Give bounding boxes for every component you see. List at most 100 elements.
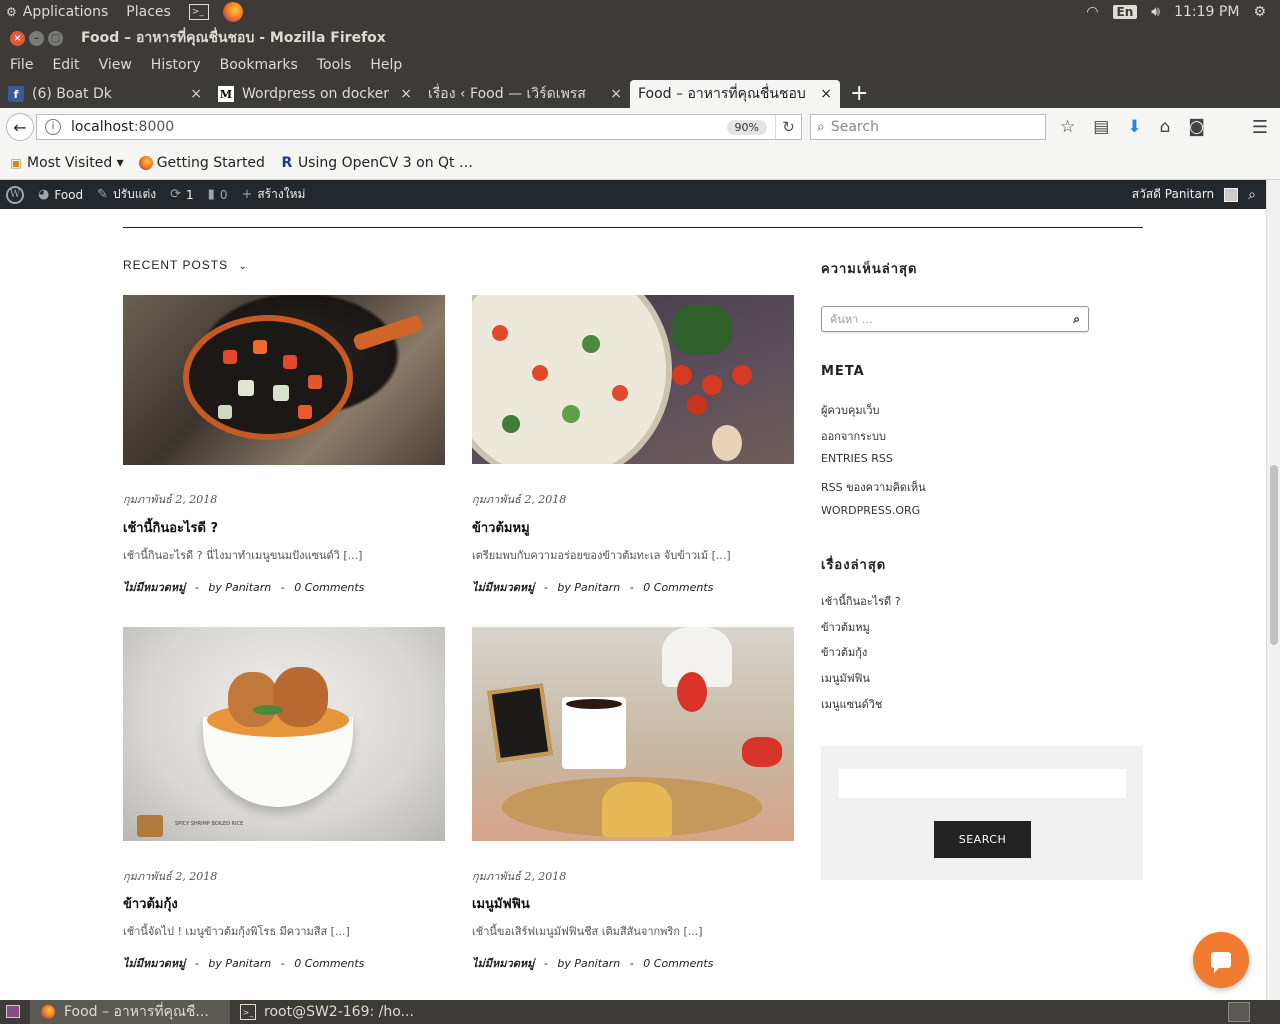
menu-file[interactable]: File xyxy=(10,57,33,73)
page-content: RECENT POSTS ⌄ กุมภาพันธ์ 2, 2018 เช้านี… xyxy=(0,209,1266,1000)
window-close-button[interactable]: × xyxy=(10,30,25,46)
search-icon[interactable]: ⌕ xyxy=(1073,312,1080,327)
system-settings-icon[interactable]: ⚙ xyxy=(1253,4,1266,20)
wordpress-logo-icon[interactable]: W xyxy=(6,185,24,204)
post-comments[interactable]: 0 Comments xyxy=(643,581,713,594)
tab-medium[interactable]: M Wordpress on docker - × xyxy=(210,80,420,108)
menu-bookmarks[interactable]: Bookmarks xyxy=(220,57,298,73)
menu-tools[interactable]: Tools xyxy=(317,57,352,73)
page-scrollbar[interactable] xyxy=(1266,180,1280,1000)
tab-food-active[interactable]: Food – อาหารที่คุณชื่นชอบ × xyxy=(630,80,840,108)
post-thumbnail-shrimp-rice[interactable]: SPICY SHRIMP BOILED RICE xyxy=(123,627,445,841)
meta-link-comments-rss[interactable]: RSS ของความคิดเห็น xyxy=(821,478,926,496)
keyboard-layout-indicator[interactable]: En xyxy=(1112,5,1138,19)
sidebar-search-input[interactable]: ค้นหา … ⌕ xyxy=(821,306,1089,332)
tab-wp-admin[interactable]: เรื่อง ‹ Food — เวิร์ดเพรส × xyxy=(420,80,630,108)
recent-posts-heading[interactable]: RECENT POSTS ⌄ xyxy=(123,258,248,272)
meta-link-site-admin[interactable]: ผู้ควบคุมเว็บ xyxy=(821,401,880,419)
tab-close-icon[interactable]: × xyxy=(190,86,202,102)
post-title[interactable]: ข้าวต้มหมู xyxy=(472,517,530,538)
terminal-launcher-icon[interactable]: >_ xyxy=(188,4,209,20)
post-thumbnail-muffin-coffee[interactable] xyxy=(472,627,794,841)
recent-post-link[interactable]: เมนูมัฟฟิน xyxy=(821,669,870,687)
post-category[interactable]: ไม่มีหมวดหมู่ xyxy=(123,957,185,970)
back-arrow-icon[interactable]: ← xyxy=(6,113,34,141)
post-meta: ไม่มีหมวดหมู่ - by Panitarn - 0 Comments xyxy=(472,957,714,970)
post-comments[interactable]: 0 Comments xyxy=(294,581,364,594)
download-arrow-icon[interactable]: ⬇ xyxy=(1127,117,1141,137)
search-input[interactable]: ⌕ Search xyxy=(810,114,1046,140)
avatar[interactable] xyxy=(1224,187,1239,202)
zoom-indicator[interactable]: 90% xyxy=(726,119,767,135)
tab-facebook[interactable]: f (6) Boat Dk × xyxy=(0,80,210,108)
wifi-icon[interactable]: ◠ xyxy=(1086,4,1098,20)
workspace-switcher-icon[interactable] xyxy=(1228,1002,1250,1022)
meta-link-wordpress-org[interactable]: WORDPRESS.ORG xyxy=(821,504,920,517)
recent-post-link[interactable]: เมนูแซนด์วิช xyxy=(821,695,882,713)
menu-help[interactable]: Help xyxy=(370,57,402,73)
window-minimize-button[interactable]: – xyxy=(29,30,44,46)
pocket-icon[interactable]: ◙ xyxy=(1188,117,1205,137)
taskbar-item-firefox[interactable]: Food – อาหารที่คุณชื... xyxy=(30,1000,230,1024)
home-icon[interactable]: ⌂ xyxy=(1160,117,1171,137)
post-title[interactable]: เมนูมัฟฟิน xyxy=(472,893,530,914)
post-category[interactable]: ไม่มีหมวดหมู่ xyxy=(472,581,534,594)
bookmark-opencv[interactable]: R Using OpenCV 3 on Qt … xyxy=(279,155,473,171)
taskbar-item-terminal[interactable]: >_ root@SW2-169: /ho... xyxy=(230,1000,430,1024)
firefox-menu-bar: File Edit View History Bookmarks Tools H… xyxy=(0,52,1280,78)
applications-menu[interactable]: ⚙ Applications xyxy=(6,4,108,20)
wp-updates[interactable]: ⟳ 1 xyxy=(170,187,194,202)
bookmark-star-icon[interactable]: ☆ xyxy=(1060,117,1075,137)
wp-comments[interactable]: ▮ 0 xyxy=(208,187,228,202)
new-tab-plus-icon[interactable]: + xyxy=(850,81,868,106)
menu-edit[interactable]: Edit xyxy=(52,57,79,73)
tab-close-icon[interactable]: × xyxy=(820,86,832,102)
firefox-launcher-icon[interactable] xyxy=(222,2,243,22)
search-button[interactable]: SEARCH xyxy=(934,821,1031,858)
bookmark-getting-started[interactable]: Getting Started xyxy=(138,155,265,171)
meta-link-logout[interactable]: ออกจากระบบ xyxy=(821,427,886,445)
window-title: Food – อาหารที่คุณชื่นชอบ - Mozilla Fire… xyxy=(81,30,386,46)
post-comments[interactable]: 0 Comments xyxy=(643,957,713,970)
url-bar[interactable]: i localhost:8000 90% ↻ xyxy=(36,114,802,140)
widget-search-input[interactable] xyxy=(839,769,1126,798)
reader-list-icon[interactable]: ▤ xyxy=(1093,117,1109,137)
recent-post-link[interactable]: ข้าวต้มกุ้ง xyxy=(821,643,867,661)
clock[interactable]: 11:19 PM xyxy=(1174,4,1239,20)
show-desktop-icon[interactable] xyxy=(6,1005,20,1018)
reload-icon[interactable]: ↻ xyxy=(775,115,801,139)
chat-widget-button[interactable] xyxy=(1193,932,1249,988)
post-title[interactable]: ข้าวต้มกุ้ง xyxy=(123,893,178,914)
hamburger-menu-icon[interactable]: ☰ xyxy=(1252,117,1268,138)
meta-link-entries-rss[interactable]: ENTRIES RSS xyxy=(821,452,893,465)
recent-post-link[interactable]: ข้าวต้มหมู xyxy=(821,618,870,636)
tab-close-icon[interactable]: × xyxy=(400,86,412,102)
bookmark-most-visited[interactable]: ▣ Most Visited ▾ xyxy=(8,155,123,171)
wp-search-icon[interactable]: ⌕ xyxy=(1248,187,1256,203)
post-author[interactable]: by Panitarn xyxy=(557,957,620,970)
post-thumbnail-vegetable-tart[interactable] xyxy=(472,295,794,464)
post-author[interactable]: by Panitarn xyxy=(557,581,620,594)
volume-icon[interactable]: 🔊︎ xyxy=(1151,4,1160,20)
post-author[interactable]: by Panitarn xyxy=(208,581,271,594)
tab-close-icon[interactable]: × xyxy=(610,86,622,102)
site-name-label: Food xyxy=(54,187,84,202)
places-menu[interactable]: Places xyxy=(126,4,171,20)
menu-view[interactable]: View xyxy=(99,57,132,73)
wp-customize[interactable]: ✎ ปรับแต่ง xyxy=(97,185,156,204)
site-info-icon[interactable]: i xyxy=(45,119,61,135)
wp-new-content[interactable]: + สร้างใหม่ xyxy=(241,185,305,204)
post-comments[interactable]: 0 Comments xyxy=(294,957,364,970)
window-maximize-button[interactable]: □ xyxy=(48,30,63,46)
post-author[interactable]: by Panitarn xyxy=(208,957,271,970)
recent-post-link[interactable]: เช้านี้กินอะไรดี ? xyxy=(821,592,901,610)
post-category[interactable]: ไม่มีหมวดหมู่ xyxy=(472,957,534,970)
post-title[interactable]: เช้านี้กินอะไรดี ? xyxy=(123,517,218,538)
post-category[interactable]: ไม่มีหมวดหมู่ xyxy=(123,581,185,594)
wp-account-greeting[interactable]: สวัสดี Panitarn xyxy=(1132,185,1214,204)
menu-history[interactable]: History xyxy=(151,57,201,73)
wp-site-name[interactable]: ◕ Food xyxy=(38,187,83,202)
scrollbar-thumb[interactable] xyxy=(1270,465,1278,645)
image-caption: SPICY SHRIMP BOILED RICE xyxy=(175,821,244,827)
post-thumbnail-pan-vegetables[interactable] xyxy=(123,295,445,465)
